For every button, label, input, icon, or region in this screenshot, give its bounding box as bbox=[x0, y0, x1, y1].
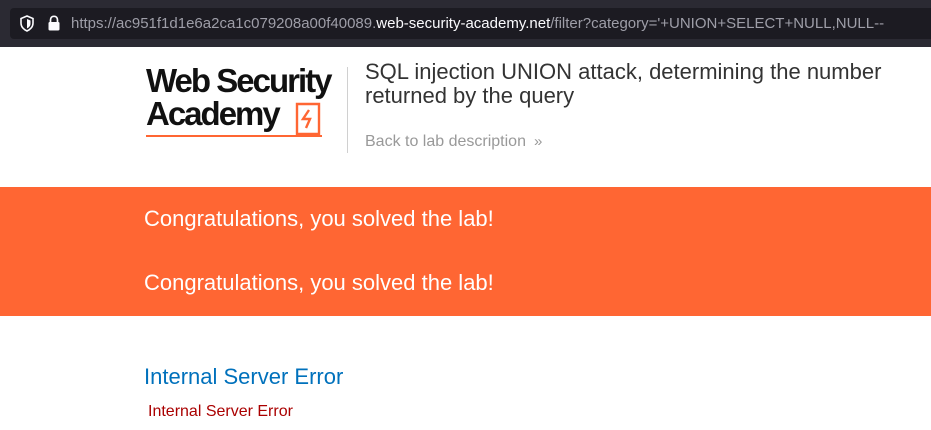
url-host: web-security-academy.net bbox=[376, 15, 551, 32]
lab-title-line2: returned by the query bbox=[365, 83, 575, 108]
congrats-message: Congratulations, you solved the lab! bbox=[144, 206, 494, 231]
shield-icon[interactable] bbox=[19, 15, 35, 32]
logo-underline bbox=[146, 135, 322, 137]
lab-header: Web Security Academy SQL injection UNION… bbox=[0, 47, 931, 187]
lab-solved-banner: Congratulations, you solved the lab! Con… bbox=[0, 187, 931, 316]
error-heading: Internal Server Error bbox=[144, 364, 344, 389]
lab-title-line1: SQL injection UNION attack, determining … bbox=[365, 59, 882, 84]
browser-toolbar: https://ac951f1d1e6a2ca1c079208a00f40089… bbox=[0, 0, 931, 47]
congrats-message: Congratulations, you solved the lab! bbox=[144, 270, 494, 295]
back-link-label: Back to lab description bbox=[365, 133, 526, 150]
web-security-academy-logo[interactable]: Web Security Academy bbox=[144, 64, 354, 139]
url-text[interactable]: https://ac951f1d1e6a2ca1c079208a00f40089… bbox=[71, 14, 884, 33]
header-divider bbox=[347, 67, 348, 153]
logo-text-line1: Web Security bbox=[146, 62, 332, 99]
lock-icon[interactable] bbox=[47, 15, 61, 32]
logo-text-line2: Academy bbox=[146, 95, 281, 132]
url-bar[interactable]: https://ac951f1d1e6a2ca1c079208a00f40089… bbox=[10, 8, 931, 39]
back-to-lab-description-link[interactable]: Back to lab description » bbox=[365, 133, 542, 151]
url-path: /filter?category='+UNION+SELECT+NULL,NUL… bbox=[550, 15, 885, 32]
lab-title: SQL injection UNION attack, determining … bbox=[365, 60, 931, 108]
error-message: Internal Server Error bbox=[148, 403, 293, 420]
academy-flash-icon bbox=[295, 102, 321, 136]
url-prefix: https://ac951f1d1e6a2ca1c079208a00f40089… bbox=[71, 15, 377, 32]
double-chevron-right-icon: » bbox=[533, 133, 543, 150]
